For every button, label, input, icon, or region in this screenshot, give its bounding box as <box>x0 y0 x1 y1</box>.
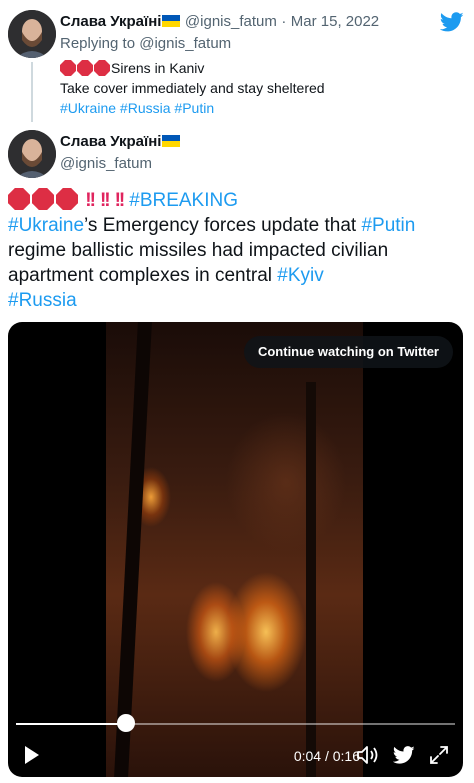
hashtag-link[interactable]: #BREAKING <box>129 190 238 211</box>
time-separator: / <box>324 748 329 764</box>
video-player[interactable]: Continue watching on Twitter 0:04 / 0:16 <box>8 322 463 777</box>
tree-silhouette <box>114 322 152 777</box>
progress-handle[interactable] <box>117 714 135 732</box>
fullscreen-icon[interactable] <box>428 744 450 766</box>
current-time: 0:04 <box>293 748 322 764</box>
hashtag-link[interactable]: #Kyiv <box>277 265 323 286</box>
replying-to: Replying to @ignis_fatum <box>60 35 231 52</box>
tweet-paragraph: #Ukraine’s Emergency forces update that … <box>8 213 466 288</box>
twitter-bird-icon[interactable] <box>392 744 415 766</box>
ukraine-flag-icon <box>162 15 181 27</box>
display-name[interactable]: Слава Україні <box>60 13 161 30</box>
stop-sign-icon <box>60 60 76 76</box>
replying-handle[interactable]: @ignis_fatum <box>139 35 231 52</box>
body-text: ’s Emergency forces update that <box>84 215 362 236</box>
hashtag-link[interactable]: #Putin <box>174 100 214 116</box>
handle[interactable]: @ignis_fatum <box>185 13 277 30</box>
tweet-body: !!!!!! #BREAKING #Ukraine’s Emergency for… <box>8 188 466 313</box>
stop-sign-icon <box>32 188 54 210</box>
display-name[interactable]: Слава Україні <box>60 133 161 150</box>
handle[interactable]: @ignis_fatum <box>60 155 152 172</box>
tweet-line-1-text: Sirens in Kaniv <box>111 60 205 76</box>
stop-sign-icon <box>94 60 110 76</box>
hashtag-link[interactable]: #Ukraine <box>60 100 116 116</box>
double-exclamation-icon: !! <box>99 190 111 211</box>
double-exclamation-icon: !! <box>85 190 96 211</box>
tweet-date[interactable]: Mar 15, 2022 <box>291 13 379 30</box>
play-icon[interactable] <box>22 744 42 766</box>
tweet-line-1: Sirens in Kaniv <box>60 58 460 78</box>
double-exclamation-icon: !! <box>114 190 126 211</box>
progress-bar[interactable] <box>16 723 455 725</box>
continue-watching-button[interactable]: Continue watching on Twitter <box>243 336 453 368</box>
hashtag-row: #Russia <box>8 288 466 313</box>
video-frame <box>106 322 363 777</box>
tweet-header: Слава Україні @ignis_fatum · Mar 15, 202… <box>60 13 379 31</box>
hashtag-link[interactable]: #Russia <box>8 290 77 311</box>
avatar[interactable] <box>8 130 56 178</box>
thread-line <box>31 62 33 122</box>
avatar[interactable] <box>8 10 56 58</box>
tree-silhouette <box>306 382 316 777</box>
stop-sign-icon <box>8 188 30 210</box>
ukraine-flag-icon <box>162 135 181 147</box>
hashtag-link[interactable]: #Ukraine <box>8 215 84 236</box>
stop-sign-icon <box>77 60 93 76</box>
separator: · <box>281 13 287 30</box>
replying-prefix: Replying to <box>60 35 136 52</box>
hashtag-link[interactable]: #Russia <box>120 100 171 116</box>
body-text: regime ballistic missiles had impacted c… <box>8 240 389 286</box>
hashtag-row: #Ukraine #Russia #Putin <box>60 98 460 118</box>
hashtag-link[interactable]: #Putin <box>361 215 415 236</box>
tweet-line-2: Take cover immediately and stay sheltere… <box>60 80 325 96</box>
stop-sign-icon <box>56 188 78 210</box>
tweet-text: Sirens in Kaniv Take cover immediately a… <box>60 58 460 118</box>
video-time: 0:04 / 0:16 <box>294 748 360 764</box>
progress-fill <box>16 723 126 725</box>
twitter-bird-icon[interactable] <box>439 10 464 34</box>
volume-icon[interactable] <box>356 744 380 766</box>
author-name-block: Слава Україні <box>60 133 181 151</box>
breaking-line: !!!!!! #BREAKING <box>8 188 466 213</box>
